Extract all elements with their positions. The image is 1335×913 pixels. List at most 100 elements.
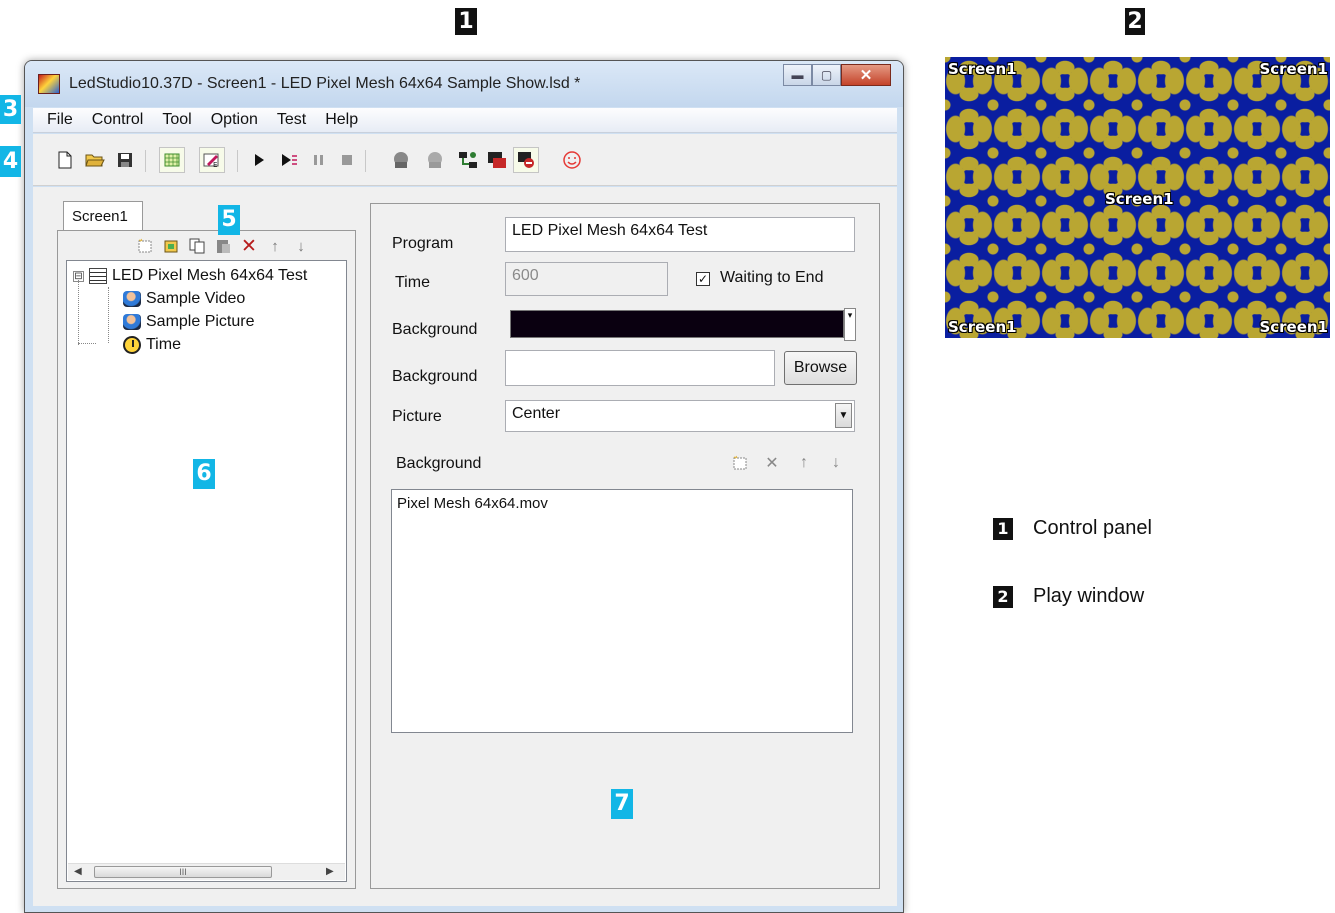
program-name-input[interactable]: LED Pixel Mesh 64x64 Test xyxy=(505,217,855,252)
menu-tool[interactable]: Tool xyxy=(162,111,191,129)
tree-connector xyxy=(78,280,79,345)
callout-marker-2: 2 xyxy=(1125,8,1145,35)
play-icon[interactable] xyxy=(249,150,269,170)
background-list-toolbar: ✕ ↑ ↓ xyxy=(730,453,846,473)
player-disabled-icon[interactable] xyxy=(425,150,445,170)
player-icon[interactable] xyxy=(391,150,411,170)
maximize-button[interactable]: ▢ xyxy=(812,64,841,86)
open-folder-icon[interactable] xyxy=(85,150,105,170)
legend-marker: 2 xyxy=(993,585,1013,608)
browse-button[interactable]: Browse xyxy=(784,351,857,385)
picture-icon xyxy=(123,314,141,330)
menu-control[interactable]: Control xyxy=(92,111,144,129)
toolbar-separator xyxy=(145,150,146,172)
move-up-icon[interactable]: ↑ xyxy=(794,453,814,473)
paste-icon[interactable] xyxy=(214,237,232,255)
copy-icon[interactable] xyxy=(188,237,206,255)
new-document-icon[interactable] xyxy=(55,150,75,170)
stop-icon[interactable] xyxy=(337,150,357,170)
program-tree[interactable]: ⊟ LED Pixel Mesh 64x64 Test Sample Video… xyxy=(66,260,347,882)
screen-grid-icon[interactable] xyxy=(159,147,185,173)
tree-item-time[interactable]: Time xyxy=(123,336,181,354)
add-background-icon[interactable] xyxy=(730,453,750,473)
tree-item-label: Sample Picture xyxy=(146,313,255,330)
time-label: Time xyxy=(395,274,430,291)
display-record-icon[interactable] xyxy=(513,147,539,173)
close-button[interactable]: ✕ xyxy=(841,64,891,86)
background-picture-label: Background xyxy=(392,368,478,385)
callout-marker-5: 5 xyxy=(218,205,240,235)
legend-label: Play window xyxy=(1033,585,1145,607)
program-list-icon xyxy=(89,268,107,284)
callout-marker-6: 6 xyxy=(193,459,215,489)
background-picture-input[interactable] xyxy=(505,350,775,386)
legend-item-control-panel: 1 Control panel xyxy=(993,517,1152,540)
tree-item-label: Sample Video xyxy=(146,290,246,307)
video-icon xyxy=(123,291,141,307)
toolbar-separator xyxy=(365,150,366,172)
move-up-icon[interactable]: ↑ xyxy=(266,237,284,255)
time-input[interactable]: 600 xyxy=(505,262,668,296)
client-area: Screen1 ✕ ↑ ↓ ⊟ LED Pixel Mesh 64x64 Tes… xyxy=(33,187,897,906)
toolbar-separator xyxy=(237,150,238,172)
delete-icon[interactable]: ✕ xyxy=(240,236,258,257)
step-play-icon[interactable] xyxy=(279,150,299,170)
clock-icon xyxy=(123,336,141,354)
move-down-icon[interactable]: ↓ xyxy=(826,453,846,473)
delete-background-icon[interactable]: ✕ xyxy=(762,453,782,473)
tree-item-sample-picture[interactable]: Sample Picture xyxy=(123,313,255,331)
smiley-icon[interactable] xyxy=(562,150,582,170)
tree-root-label: LED Pixel Mesh 64x64 Test xyxy=(112,267,308,284)
pause-icon[interactable] xyxy=(309,150,329,170)
tree-item-label: Time xyxy=(146,336,181,353)
tree-connector xyxy=(108,287,109,343)
tab-screen1[interactable]: Screen1 xyxy=(63,201,143,231)
screen-label-top-left: Screen1 xyxy=(948,60,1017,78)
legend-label: Control panel xyxy=(1033,517,1152,539)
picture-label: Picture xyxy=(392,408,442,425)
control-panel-window: LedStudio10.37D - Screen1 - LED Pixel Me… xyxy=(24,60,904,913)
toolbar: E xyxy=(33,134,897,186)
tree-toolbar: ✕ ↑ ↓ xyxy=(136,236,310,257)
background-color-label: Background xyxy=(392,321,478,338)
move-down-icon[interactable]: ↓ xyxy=(292,237,310,255)
background-file-list[interactable]: Pixel Mesh 64x64.mov xyxy=(391,489,853,733)
display-off-icon[interactable] xyxy=(487,150,507,170)
chevron-down-icon[interactable]: ▾ xyxy=(844,308,856,341)
callout-marker-1: 1 xyxy=(455,8,477,35)
menu-test[interactable]: Test xyxy=(277,111,306,129)
waiting-to-end-checkbox[interactable]: ✓ xyxy=(696,272,710,286)
title-bar[interactable]: LedStudio10.37D - Screen1 - LED Pixel Me… xyxy=(25,61,903,107)
tree-item-sample-video[interactable]: Sample Video xyxy=(123,290,245,308)
menu-option[interactable]: Option xyxy=(211,111,258,129)
screen-label-center: Screen1 xyxy=(1105,190,1174,208)
program-properties-panel: Program LED Pixel Mesh 64x64 Test Time 6… xyxy=(370,203,880,889)
callout-marker-3: 3 xyxy=(0,95,21,124)
waiting-to-end-label: Waiting to End xyxy=(720,269,824,286)
program-tree-panel: ✕ ↑ ↓ ⊟ LED Pixel Mesh 64x64 Test Sample… xyxy=(57,230,356,889)
save-icon[interactable] xyxy=(115,150,135,170)
scroll-thumb[interactable]: III xyxy=(94,866,272,878)
legend-item-play-window: 2 Play window xyxy=(993,585,1144,608)
background-list-label: Background xyxy=(396,455,482,472)
chevron-down-icon[interactable]: ▼ xyxy=(835,403,852,428)
background-color-select[interactable] xyxy=(510,310,844,338)
minimize-button[interactable]: ▬ xyxy=(783,64,812,86)
menu-help[interactable]: Help xyxy=(325,111,358,129)
menu-bar: File Control Tool Option Test Help xyxy=(33,108,897,133)
screen-label-top-right: Screen1 xyxy=(1259,60,1328,78)
program-label: Program xyxy=(392,235,454,252)
picture-mode-select[interactable]: Center ▼ xyxy=(505,400,855,432)
add-item-icon[interactable] xyxy=(162,237,180,255)
horizontal-scrollbar[interactable]: ◀ III ▶ xyxy=(68,863,345,880)
tree-root-row[interactable]: ⊟ LED Pixel Mesh 64x64 Test xyxy=(73,267,307,285)
scroll-right-icon[interactable]: ▶ xyxy=(326,866,334,877)
add-program-icon[interactable] xyxy=(136,237,154,255)
tree-connector xyxy=(78,343,96,344)
menu-file[interactable]: File xyxy=(47,111,73,129)
edit-effect-icon[interactable]: E xyxy=(199,147,225,173)
scroll-left-icon[interactable]: ◀ xyxy=(74,866,82,877)
list-item[interactable]: Pixel Mesh 64x64.mov xyxy=(397,495,548,512)
network-icon[interactable] xyxy=(458,150,478,170)
picture-mode-value: Center xyxy=(512,405,561,422)
